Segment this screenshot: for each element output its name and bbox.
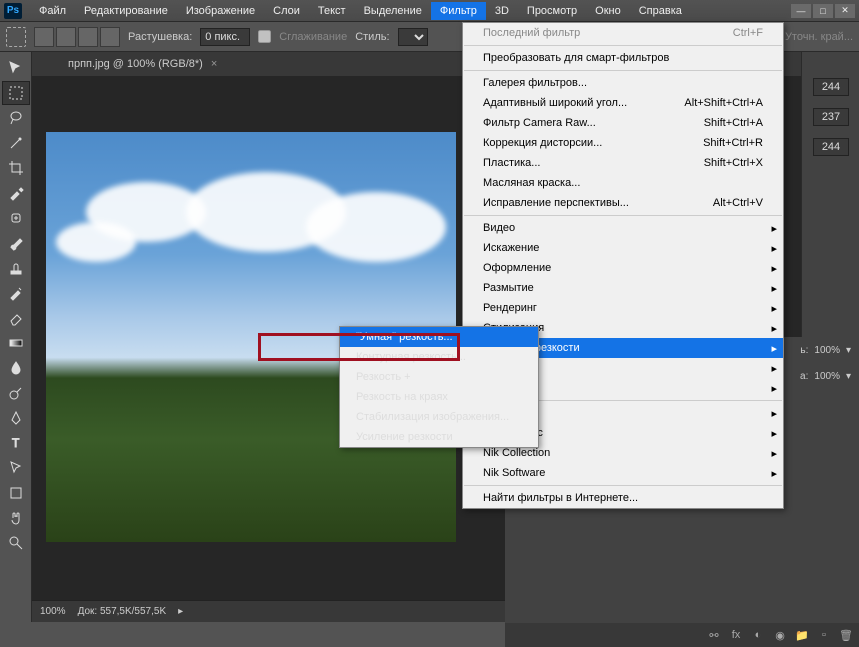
sharpen-item[interactable]: Стабилизация изображения... [340,407,538,427]
trash-icon[interactable]: 🗑 [839,628,853,642]
path-select-tool[interactable] [2,456,30,480]
filter-item: Последний фильтрCtrl+F [463,23,783,43]
minimize-button[interactable]: — [791,4,811,18]
menu-справка[interactable]: Справка [630,2,691,20]
eyedropper-tool[interactable] [2,181,30,205]
color-input-0[interactable] [813,78,849,96]
shape-tool[interactable] [2,481,30,505]
refine-edge-button[interactable]: Уточн. край... [785,31,853,43]
smoothing-label: Сглаживание [279,31,347,43]
menu-окно[interactable]: Окно [586,2,630,20]
menu-слои[interactable]: Слои [264,2,309,20]
filter-item[interactable]: Фильтр Camera Raw...Shift+Ctrl+A [463,113,783,133]
magic-wand-tool[interactable] [2,131,30,155]
sharpen-item[interactable]: Резкость + [340,367,538,387]
tools-panel: T [0,52,32,622]
menu-3d[interactable]: 3D [486,2,518,20]
sharpen-item[interactable]: Усиление резкости [340,427,538,447]
close-tab-icon[interactable]: × [211,58,217,70]
move-tool[interactable] [2,56,30,80]
eraser-tool[interactable] [2,306,30,330]
fill-label: а: [800,371,808,382]
menu-текст[interactable]: Текст [309,2,355,20]
filter-item[interactable]: Искажение [463,238,783,258]
filter-item[interactable]: Галерея фильтров... [463,73,783,93]
sharpen-item[interactable]: Резкость на краях [340,387,538,407]
feather-label: Растушевка: [128,31,192,43]
style-select[interactable] [398,28,428,46]
menu-фильтр[interactable]: Фильтр [431,2,486,20]
menu-выделение[interactable]: Выделение [355,2,431,20]
document-title: прпп.jpg @ 100% (RGB/8*) [68,58,203,70]
sharpen-item[interactable]: "Умная" резкость... [340,327,538,347]
filter-item[interactable]: Масляная краска... [463,173,783,193]
opacity-label: ь: [800,345,808,356]
filter-item[interactable]: Найти фильтры в Интернете... [463,488,783,508]
doc-size: Док: 557,5K/557,5K [78,606,167,617]
fx-icon[interactable]: fx [729,628,743,642]
maximize-button[interactable]: □ [813,4,833,18]
color-field-2 [813,138,849,156]
zoom-tool[interactable] [2,531,30,555]
dropdown-icon[interactable]: ▾ [846,345,851,356]
selection-subtract-icon[interactable] [78,27,98,47]
filter-item[interactable]: Преобразовать для смарт-фильтров [463,48,783,68]
selection-add-icon[interactable] [56,27,76,47]
filter-item[interactable]: Размытие [463,278,783,298]
color-input-2[interactable] [813,138,849,156]
filter-item[interactable]: Nik Software [463,463,783,483]
filter-item[interactable]: Адаптивный широкий угол...Alt+Shift+Ctrl… [463,93,783,113]
selection-intersect-icon[interactable] [100,27,120,47]
brush-tool[interactable] [2,231,30,255]
hand-tool[interactable] [2,506,30,530]
filter-item[interactable]: Видео [463,218,783,238]
folder-icon[interactable]: 📁 [795,628,809,642]
opacity-value[interactable]: 100% [814,345,840,356]
smoothing-checkbox[interactable] [258,30,271,43]
color-field-1 [813,108,849,126]
marquee-tool-icon[interactable] [6,27,26,47]
healing-tool[interactable] [2,206,30,230]
menubar: ФайлРедактированиеИзображениеСлоиТекстВы… [30,2,791,20]
type-tool[interactable]: T [2,431,30,455]
stamp-tool[interactable] [2,256,30,280]
fill-value[interactable]: 100% [814,371,840,382]
filter-item[interactable]: Исправление перспективы...Alt+Ctrl+V [463,193,783,213]
sharpen-item[interactable]: Контурная резкость... [340,347,538,367]
style-label: Стиль: [355,31,389,43]
selection-new-icon[interactable] [34,27,54,47]
menu-изображение[interactable]: Изображение [177,2,264,20]
menu-файл[interactable]: Файл [30,2,75,20]
crop-tool[interactable] [2,156,30,180]
marquee-tool[interactable] [2,81,30,105]
color-field-0 [813,78,849,96]
mask-icon[interactable]: ◐ [751,628,765,642]
svg-text:T: T [12,436,20,450]
filter-item[interactable]: Рендеринг [463,298,783,318]
zoom-value[interactable]: 100% [40,606,66,617]
sharpen-submenu: "Умная" резкость...Контурная резкость...… [339,326,539,448]
dropdown-icon[interactable]: ▾ [846,371,851,382]
filter-item[interactable]: Пластика...Shift+Ctrl+X [463,153,783,173]
filter-item[interactable]: Коррекция дисторсии...Shift+Ctrl+R [463,133,783,153]
adjustment-icon[interactable]: ◉ [773,628,787,642]
gradient-tool[interactable] [2,331,30,355]
menu-редактирование[interactable]: Редактирование [75,2,177,20]
menu-просмотр[interactable]: Просмотр [518,2,586,20]
app-logo: Ps [4,3,22,19]
feather-input[interactable] [200,28,250,46]
new-layer-icon[interactable]: ▫ [817,628,831,642]
link-icon[interactable]: ⚯ [707,628,721,642]
blur-tool[interactable] [2,356,30,380]
close-button[interactable]: ✕ [835,4,855,18]
color-input-1[interactable] [813,108,849,126]
lasso-tool[interactable] [2,106,30,130]
dodge-tool[interactable] [2,381,30,405]
doc-arrow-icon[interactable]: ▸ [178,606,183,617]
pen-tool[interactable] [2,406,30,430]
filter-item[interactable]: Оформление [463,258,783,278]
history-brush-tool[interactable] [2,281,30,305]
